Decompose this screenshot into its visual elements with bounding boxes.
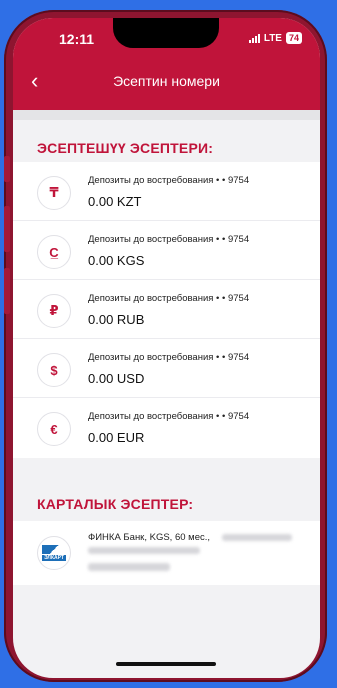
blurred-card-amount — [88, 563, 170, 571]
account-name: Депозиты до востребования • • 9754 — [88, 411, 250, 422]
app-header: 12:11 LTE 74 ‹ Эсептин номери — [13, 18, 320, 110]
tenge-icon: ₸ — [37, 176, 71, 210]
battery-icon: 74 — [285, 32, 302, 44]
ruble-icon: ₽ — [37, 294, 71, 328]
card-name: ФИНКА Банк, KGS, 60 мес., — [88, 532, 211, 543]
account-name: Депозиты до востребования • • 9754 — [88, 293, 250, 304]
blurred-card-number — [222, 534, 292, 541]
account-row-usd[interactable]: $ Депозиты до востребования • • 9754 0.0… — [13, 339, 320, 398]
account-amount: 0.00 KZT — [88, 194, 142, 209]
accounts-section-title: ЭСЕПТЕШҮҮ ЭСЕПТЕРИ: — [37, 140, 214, 156]
mountain-icon — [42, 545, 66, 554]
euro-icon: € — [37, 412, 71, 446]
account-amount: 0.00 EUR — [88, 430, 145, 445]
status-indicators: LTE 74 — [248, 32, 302, 44]
account-amount: 0.00 RUB — [88, 312, 145, 327]
cards-section-title: КАРТАЛЫК ЭСЕПТЕР: — [37, 496, 194, 512]
blurred-card-detail — [88, 547, 200, 554]
page-title: Эсептин номери — [113, 73, 220, 89]
account-row-kgs[interactable]: C̲ Депозиты до востребования • • 9754 0.… — [13, 221, 320, 280]
account-row-kzt[interactable]: ₸ Депозиты до востребования • • 9754 0.0… — [13, 162, 320, 221]
som-icon: C̲ — [37, 235, 71, 269]
account-row-eur[interactable]: € Депозиты до востребования • • 9754 0.0… — [13, 398, 320, 457]
account-amount: 0.00 USD — [88, 371, 145, 386]
home-indicator[interactable] — [116, 662, 216, 666]
account-name: Депозиты до востребования • • 9754 — [88, 175, 250, 186]
header-divider — [13, 110, 320, 120]
elcart-logo-icon: ЭЛКАРТ — [37, 536, 71, 570]
card-row-elcart[interactable]: ЭЛКАРТ ФИНКА Банк, KGS, 60 мес., — [13, 521, 320, 585]
dollar-icon: $ — [37, 353, 71, 387]
accounts-list: ₸ Депозиты до востребования • • 9754 0.0… — [13, 162, 320, 458]
cards-list: ЭЛКАРТ ФИНКА Банк, KGS, 60 мес., — [13, 521, 320, 585]
network-type: LTE — [263, 32, 282, 44]
volume-down-button — [4, 268, 10, 314]
dynamic-island — [113, 18, 219, 48]
volume-up-button — [4, 206, 10, 252]
account-amount: 0.00 KGS — [88, 253, 145, 268]
account-row-rub[interactable]: ₽ Депозиты до востребования • • 9754 0.0… — [13, 280, 320, 339]
mute-switch — [4, 156, 10, 182]
screen: 12:11 LTE 74 ‹ Эсептин номери ЭСЕПТЕШҮҮ … — [13, 18, 320, 678]
account-name: Депозиты до востребования • • 9754 — [88, 234, 250, 245]
account-name: Депозиты до востребования • • 9754 — [88, 352, 250, 363]
signal-icon — [248, 33, 260, 43]
status-time: 12:11 — [59, 31, 95, 47]
elcart-logo-text: ЭЛКАРТ — [42, 555, 66, 561]
